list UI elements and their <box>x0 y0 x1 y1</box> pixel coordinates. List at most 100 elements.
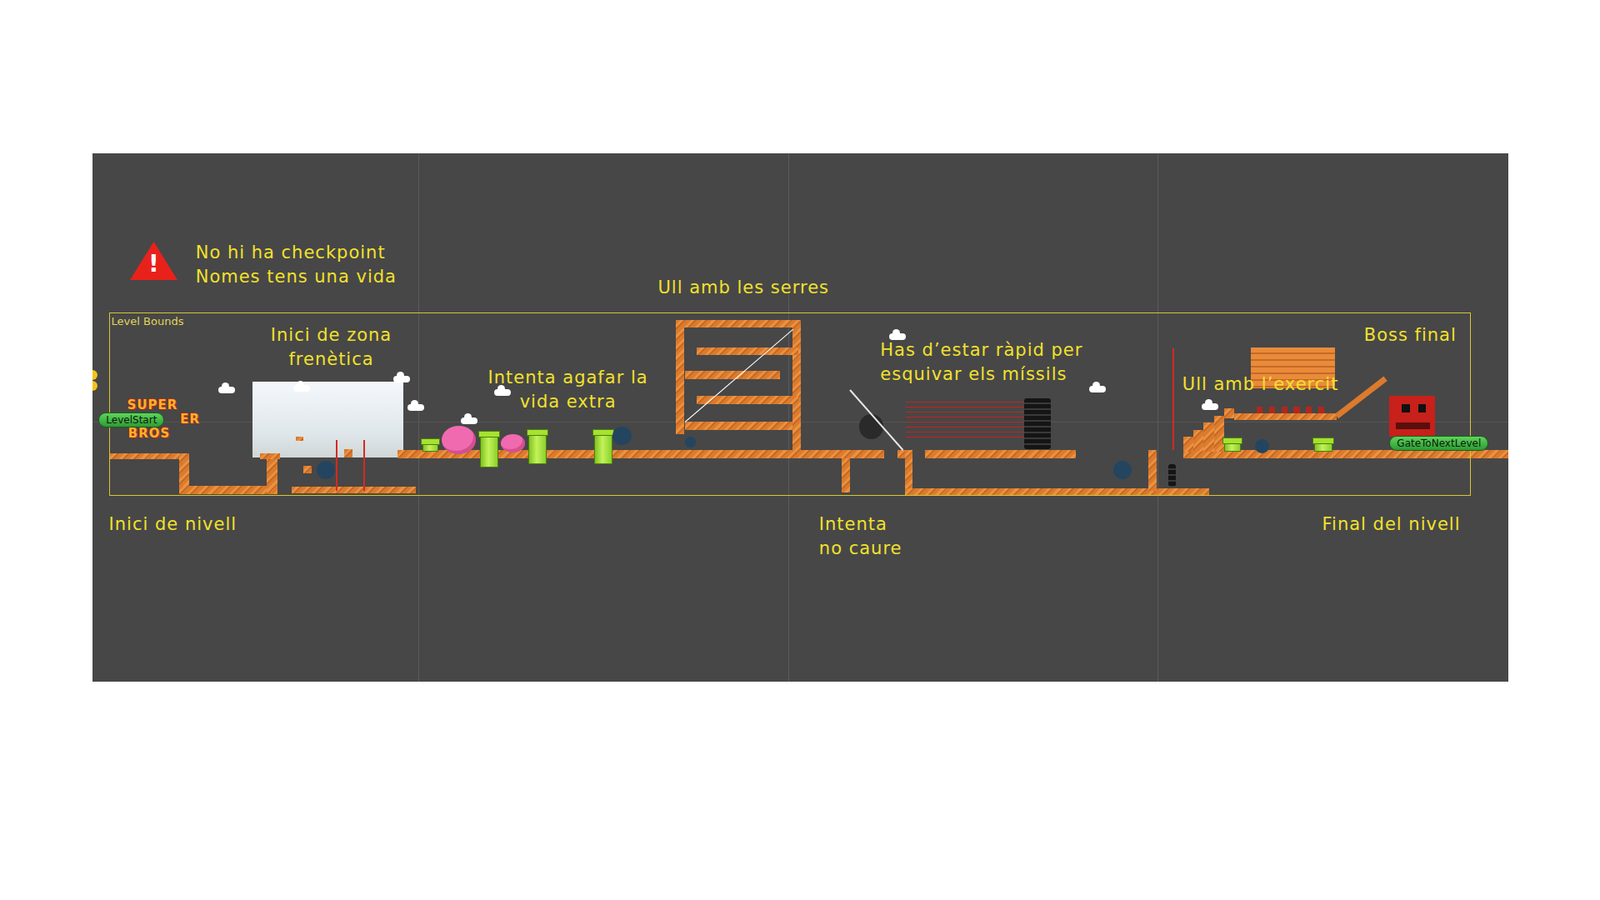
note-line: Intenta agafar la <box>488 365 649 390</box>
note-line: Has d’estar ràpid per <box>880 338 1083 363</box>
bomb <box>316 460 335 480</box>
platform <box>1224 408 1235 419</box>
annotation: Ull amb l’exercit <box>1182 372 1340 397</box>
platform <box>303 465 312 475</box>
boss-sprite <box>1389 395 1435 437</box>
note-line: Ull amb l’exercit <box>1182 372 1340 397</box>
slime-enemy <box>500 434 525 453</box>
platform <box>1183 436 1194 451</box>
missile-track <box>905 436 1025 438</box>
annotation: Boss final <box>1364 323 1457 348</box>
pipe <box>422 439 440 452</box>
missile-track <box>905 411 1025 413</box>
annotation: Final del nivell <box>1322 512 1461 537</box>
bomb <box>1255 439 1270 454</box>
note-line: Final del nivell <box>1322 512 1461 537</box>
grid-line <box>1157 153 1159 682</box>
platform <box>344 449 353 458</box>
annotation: Intentano caure <box>819 512 903 561</box>
soldier <box>1305 406 1312 415</box>
platform <box>925 450 1076 459</box>
bounds-label: Level Bounds <box>111 315 185 328</box>
missile-track <box>905 406 1025 408</box>
note-line: no caure <box>819 536 903 561</box>
saw-path <box>849 389 904 451</box>
page: Level Bounds SUPERER BROSLevelStart GateToN… <box>0 0 1600 900</box>
bomb <box>1113 460 1132 480</box>
coin-icon <box>92 380 98 391</box>
bomb <box>685 436 695 447</box>
soldier <box>1256 406 1263 415</box>
cloud <box>407 404 425 411</box>
platform <box>291 486 416 493</box>
cloud <box>1201 403 1219 410</box>
platform <box>685 370 780 380</box>
note-line: Ull amb les serres <box>657 275 830 300</box>
platform <box>841 458 850 492</box>
platform <box>1148 450 1157 491</box>
game-logo: ER <box>180 412 200 427</box>
platform <box>675 320 800 329</box>
grid-line <box>788 153 790 682</box>
annotation: Ull amb les serres <box>657 275 830 300</box>
warning-text: No hi ha checkpointNomes tens una vida <box>195 240 397 290</box>
missile-launcher <box>1024 398 1051 450</box>
missile-track <box>905 426 1025 428</box>
note-line: Inici de zona <box>270 323 392 348</box>
cloud <box>393 375 410 383</box>
platform <box>266 453 277 495</box>
platform <box>260 453 280 460</box>
platform <box>1234 413 1336 420</box>
platform <box>792 320 801 453</box>
cloud <box>1089 385 1106 393</box>
soldier <box>1318 406 1325 415</box>
frenetic-zone <box>252 381 404 458</box>
missile-track <box>905 416 1025 418</box>
level-start-marker[interactable]: LevelStart <box>98 412 165 428</box>
pipe <box>480 431 499 468</box>
game-logo: SUPER <box>127 398 179 413</box>
boss-eye <box>1418 404 1427 413</box>
missile-track <box>905 431 1025 433</box>
platform <box>109 453 186 460</box>
soldier <box>1293 406 1300 415</box>
laser <box>363 440 365 491</box>
platform <box>905 488 1210 497</box>
note-line: vida extra <box>488 390 649 415</box>
note-line: esquivar els míssils <box>880 362 1083 387</box>
pipe <box>594 430 613 465</box>
laser <box>1172 348 1175 450</box>
platform <box>1183 450 1509 459</box>
note-line: frenètica <box>270 347 392 372</box>
note-line: Boss final <box>1364 323 1457 348</box>
cloud <box>218 386 235 394</box>
game-logo: BROS <box>128 426 171 441</box>
cloud <box>494 389 511 396</box>
boss-eye <box>1401 404 1410 413</box>
pipe <box>528 430 547 465</box>
note-line: Inici de nivell <box>109 512 237 537</box>
grid-line <box>418 153 420 682</box>
bomb <box>612 426 631 445</box>
annotation: Intenta agafar lavida extra <box>488 365 649 415</box>
pipe <box>1224 438 1241 452</box>
annotation: Inici de nivell <box>109 512 237 537</box>
gate-marker[interactable]: GateToNextLevel <box>1389 435 1489 451</box>
ramp <box>1335 376 1388 420</box>
cannon <box>1168 464 1177 487</box>
missile-track <box>905 401 1025 403</box>
warning-mark: ! <box>128 250 180 278</box>
pipe <box>1314 438 1333 452</box>
annotation: Has d’estar ràpid peresquivar els míssil… <box>880 338 1083 387</box>
note-line: Nomes tens una vida <box>195 265 397 290</box>
annotation: Inici de zonafrenètica <box>270 323 392 372</box>
coin-icon <box>92 370 98 380</box>
platform <box>685 421 793 430</box>
platform <box>1214 415 1225 452</box>
missile-track <box>905 421 1025 423</box>
scene-view[interactable]: Level Bounds SUPERER BROSLevelStart GateToN… <box>92 153 1509 682</box>
boss-mouth <box>1395 422 1431 429</box>
soldier <box>1269 406 1275 415</box>
platform <box>675 320 685 435</box>
saw-blade <box>859 414 884 439</box>
